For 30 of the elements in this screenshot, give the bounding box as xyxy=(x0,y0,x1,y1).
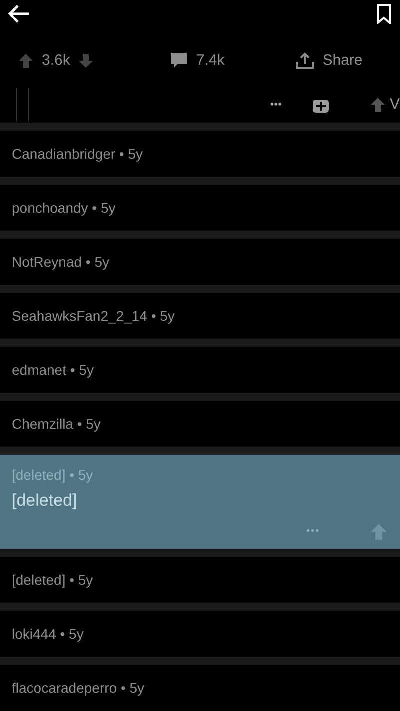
comment-card[interactable]: Canadianbridger • 5y xyxy=(0,130,400,177)
comment-meta: NotReynad • 5y xyxy=(12,254,111,270)
comment-card[interactable]: ponchoandy • 5y xyxy=(0,184,400,231)
comment-meta: Chemzilla • 5y xyxy=(12,416,102,432)
share-icon[interactable] xyxy=(294,52,315,70)
comment-meta: [deleted] • 5y xyxy=(12,466,94,483)
score-count: 3.6k xyxy=(42,52,70,70)
bookmark-icon[interactable] xyxy=(376,4,392,24)
comment-meta: Canadianbridger • 5y xyxy=(12,146,144,162)
comment-card[interactable]: edmanet • 5y xyxy=(0,346,400,393)
comment-meta: flacocaradeperro • 5y xyxy=(12,680,146,696)
comment-card[interactable]: Chemzilla • 5y xyxy=(0,400,400,447)
comment-meta: loki444 • 5y xyxy=(12,626,85,642)
comment-meta: edmanet • 5y xyxy=(12,362,95,378)
share-button[interactable]: Share xyxy=(322,52,363,70)
back-icon[interactable] xyxy=(8,4,30,24)
comment-meta: SeahawksFan2_2_14 • 5y xyxy=(12,308,176,324)
more-options[interactable]: ••• xyxy=(270,98,282,111)
comment-meta: ponchoandy • 5y xyxy=(12,200,117,216)
comment-card[interactable]: [deleted] • 5y xyxy=(0,556,400,603)
comment-meta: [deleted] • 5y xyxy=(12,572,94,588)
cut-label: V xyxy=(390,96,400,114)
comment-body: [deleted] xyxy=(12,490,78,511)
comment-card[interactable]: NotReynad • 5y xyxy=(0,238,400,285)
comment-card[interactable]: loki444 • 5y xyxy=(0,610,400,657)
comment-icon[interactable] xyxy=(170,52,188,70)
comment-card[interactable]: SeahawksFan2_2_14 • 5y xyxy=(0,292,400,339)
comment-count: 7.4k xyxy=(196,52,225,70)
upvote-icon[interactable] xyxy=(370,96,386,113)
comment-card[interactable]: flacocaradeperro • 5y xyxy=(0,664,400,711)
